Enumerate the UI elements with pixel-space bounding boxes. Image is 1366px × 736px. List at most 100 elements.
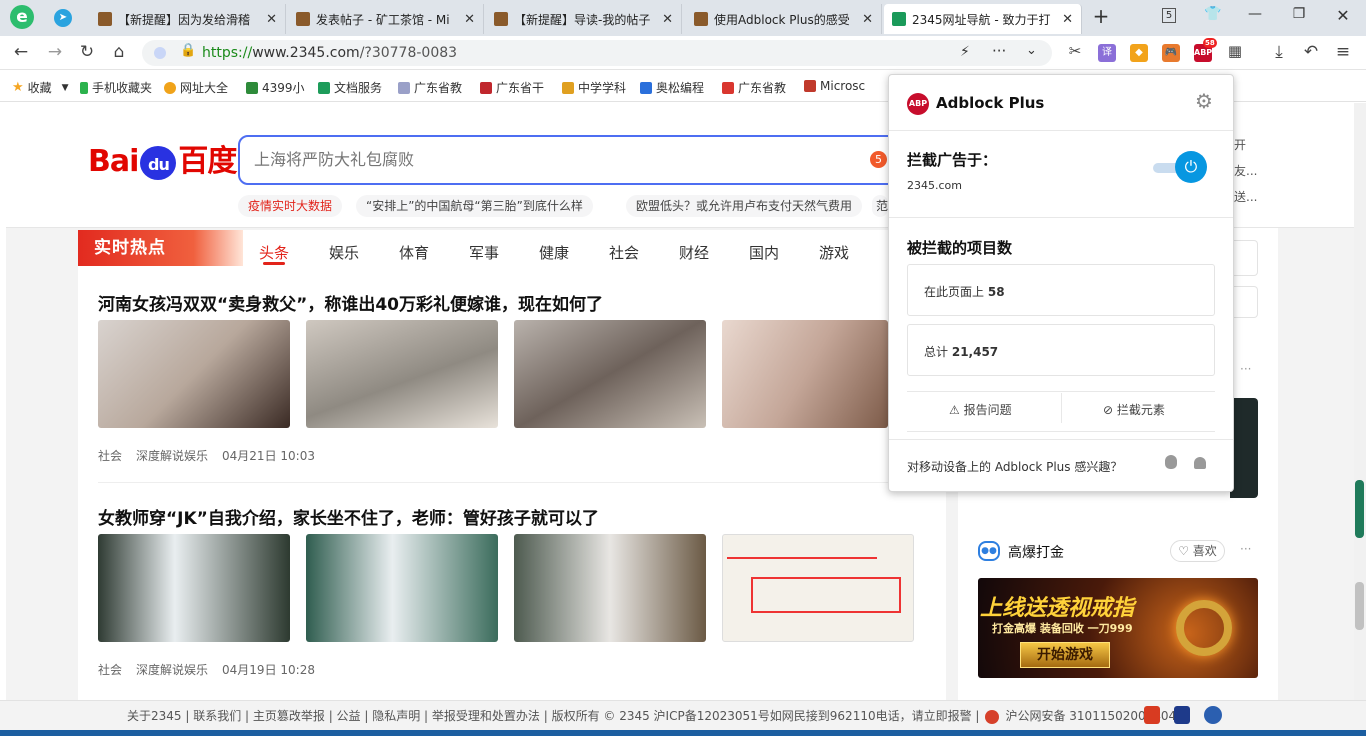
android-icon[interactable] bbox=[1194, 457, 1206, 469]
bookmark-item[interactable]: 广东省教 bbox=[722, 79, 786, 96]
tab-headline[interactable]: 头条 bbox=[259, 242, 289, 263]
article-title[interactable]: 河南女孩冯双双“卖身救父”，称谁出40万彩礼便嫁谁，现在如何了 bbox=[98, 290, 603, 315]
scrollbar-thumb[interactable] bbox=[1355, 582, 1364, 630]
tab-military[interactable]: 军事 bbox=[469, 242, 499, 263]
download-icon[interactable]: ⤓ bbox=[1268, 42, 1290, 62]
new-tab-button[interactable]: + bbox=[1090, 4, 1112, 28]
reload-icon[interactable]: ↻ bbox=[76, 42, 98, 62]
adblock-plus-icon[interactable]: ABP 58 bbox=[1194, 38, 1217, 62]
ad-subline: 打金高爆 装备回收 一刀999 bbox=[992, 622, 1133, 635]
article-image[interactable] bbox=[722, 320, 888, 428]
chevron-down-icon[interactable]: ▼ bbox=[62, 83, 69, 93]
tab-3[interactable]: 使用Adblock Plus的感受 ✕ bbox=[686, 4, 882, 34]
badge-icon[interactable] bbox=[1204, 706, 1222, 724]
undo-icon[interactable]: ↶ bbox=[1300, 42, 1322, 62]
tab-sports[interactable]: 体育 bbox=[399, 242, 429, 263]
report-issue-button[interactable]: ⚠ 报告问题 bbox=[949, 401, 1012, 418]
minimize-button[interactable]: — bbox=[1244, 6, 1266, 22]
shield-icon[interactable]: ◆ bbox=[1130, 44, 1148, 62]
site-info-icon[interactable] bbox=[154, 47, 166, 59]
tab-4[interactable]: 2345网址导航 - 致力于打 ✕ bbox=[884, 4, 1082, 34]
browser-logo-icon[interactable]: e bbox=[10, 5, 34, 29]
apps-grid-icon[interactable]: ▦ bbox=[1224, 42, 1246, 60]
bookmark-item[interactable]: 广东省教 bbox=[398, 79, 462, 96]
tab-0[interactable]: 【新提醒】因为发给滑稽 ✕ bbox=[90, 4, 286, 34]
home-icon[interactable]: ⌂ bbox=[108, 42, 130, 62]
footer-links[interactable]: 关于2345 | 联系我们 | 主页篡改举报 | 公益 | 隐私声明 | 举报受… bbox=[127, 707, 1188, 724]
hot-search-tag[interactable]: 欧盟低头？或允许用卢布支付天然气费用 bbox=[626, 195, 863, 217]
article-image[interactable] bbox=[98, 534, 290, 642]
article-image[interactable] bbox=[514, 534, 706, 642]
close-tab-icon[interactable]: ✕ bbox=[464, 12, 475, 27]
close-tab-icon[interactable]: ✕ bbox=[662, 12, 673, 27]
hot-search-tag[interactable]: 范 bbox=[872, 195, 888, 217]
bookmark-item[interactable]: Microsc bbox=[804, 79, 865, 93]
game-ad-banner[interactable]: 上线送透视戒指 打金高爆 装备回收 一刀999 开始游戏 bbox=[978, 578, 1258, 678]
divider bbox=[1061, 393, 1062, 423]
translate-icon[interactable]: 译 bbox=[1098, 44, 1116, 62]
power-icon[interactable]: ⏻ bbox=[1175, 151, 1207, 183]
badge-icon[interactable] bbox=[1174, 706, 1190, 724]
bookmark-item[interactable]: 广东省干 bbox=[480, 79, 544, 96]
more-icon[interactable]: ··· bbox=[992, 42, 1006, 60]
menu-icon[interactable]: ≡ bbox=[1332, 42, 1354, 62]
article-title[interactable]: 女教师穿“JK”自我介绍，家长坐不住了，老师：管好孩子就可以了 bbox=[98, 504, 599, 529]
tab-2[interactable]: 【新提醒】导读-我的帖子 ✕ bbox=[486, 4, 682, 34]
maximize-button[interactable]: ❐ bbox=[1288, 6, 1310, 22]
article-image[interactable] bbox=[514, 320, 706, 428]
tab-health[interactable]: 健康 bbox=[539, 242, 569, 263]
side-box[interactable] bbox=[1230, 286, 1258, 318]
apple-icon[interactable] bbox=[1165, 455, 1177, 469]
tab-entertainment[interactable]: 娱乐 bbox=[329, 242, 359, 263]
side-box[interactable] bbox=[1230, 240, 1258, 276]
bookmark-item[interactable]: 网址大全 bbox=[164, 79, 228, 96]
bookmark-item[interactable]: 文档服务 bbox=[318, 79, 382, 96]
lock-icon[interactable]: 🔒 bbox=[180, 43, 196, 58]
bookmark-item[interactable]: 4399小 bbox=[246, 79, 305, 96]
back-icon[interactable]: ← bbox=[10, 42, 32, 62]
block-element-button[interactable]: ⊘ 拦截元素 bbox=[1103, 401, 1165, 418]
close-tab-icon[interactable]: ✕ bbox=[862, 12, 873, 27]
close-tab-icon[interactable]: ✕ bbox=[1062, 12, 1073, 27]
tab-games[interactable]: 游戏 bbox=[819, 242, 849, 263]
scissors-icon[interactable]: ✂ bbox=[1064, 42, 1086, 60]
tab-1[interactable]: 发表帖子 - 矿工茶馆 - Mi ✕ bbox=[288, 4, 484, 34]
tab-finance[interactable]: 财经 bbox=[679, 242, 709, 263]
like-button[interactable]: ♡ 喜欢 bbox=[1170, 540, 1225, 562]
close-tab-icon[interactable]: ✕ bbox=[266, 12, 277, 27]
gamepad-icon[interactable]: 🎮 bbox=[1162, 44, 1180, 62]
side-video-image[interactable] bbox=[1230, 398, 1258, 498]
article-image[interactable] bbox=[98, 320, 290, 428]
url-text[interactable]: https://www.2345.com/?30778-0083 bbox=[202, 45, 457, 61]
tab-domestic[interactable]: 国内 bbox=[749, 242, 779, 263]
lightning-icon[interactable]: ⚡ bbox=[960, 44, 970, 60]
more-icon[interactable]: ··· bbox=[1240, 362, 1251, 376]
forward-icon[interactable]: → bbox=[44, 42, 66, 62]
article-image[interactable] bbox=[722, 534, 914, 642]
tab-society[interactable]: 社会 bbox=[609, 242, 639, 263]
article-image[interactable] bbox=[306, 320, 498, 428]
tab-count-button[interactable]: 5 bbox=[1158, 6, 1180, 23]
baidu-logo[interactable]: Bai du 百度 bbox=[88, 136, 237, 180]
bookmark-item[interactable]: 奥松编程 bbox=[640, 79, 704, 96]
chevron-down-icon[interactable]: ⌄ bbox=[1026, 43, 1037, 58]
scrollbar-thumb[interactable] bbox=[1355, 480, 1364, 538]
close-window-button[interactable]: ✕ bbox=[1332, 6, 1354, 25]
party-icon bbox=[480, 81, 492, 94]
gear-icon[interactable]: ⚙ bbox=[1195, 89, 1213, 113]
address-bar[interactable]: 🔒 https://www.2345.com/?30778-0083 ⚡ ···… bbox=[142, 40, 1052, 66]
hot-search-tag[interactable]: 疫情实时大数据 bbox=[238, 195, 343, 217]
bookmark-item[interactable]: 中学学科 bbox=[562, 79, 626, 96]
start-game-button[interactable]: 开始游戏 bbox=[1020, 642, 1110, 668]
more-icon[interactable]: ··· bbox=[1240, 542, 1251, 556]
bookmark-item[interactable]: 手机收藏夹 bbox=[80, 79, 152, 96]
game-title[interactable]: 高爆打金 bbox=[1008, 542, 1064, 562]
hot-search-tag[interactable]: “安排上”的中国航母“第三胎”到底什么样 bbox=[356, 195, 593, 217]
search-box[interactable] bbox=[238, 135, 898, 185]
article-image[interactable] bbox=[306, 534, 498, 642]
bookmark-favorites[interactable]: ★ 收藏 ▼ bbox=[12, 79, 69, 96]
search-input[interactable] bbox=[240, 137, 840, 181]
shirt-icon[interactable]: 👕 bbox=[1202, 6, 1224, 22]
telegram-icon[interactable]: ➤ bbox=[54, 9, 72, 27]
badge-icon[interactable] bbox=[1144, 706, 1160, 724]
